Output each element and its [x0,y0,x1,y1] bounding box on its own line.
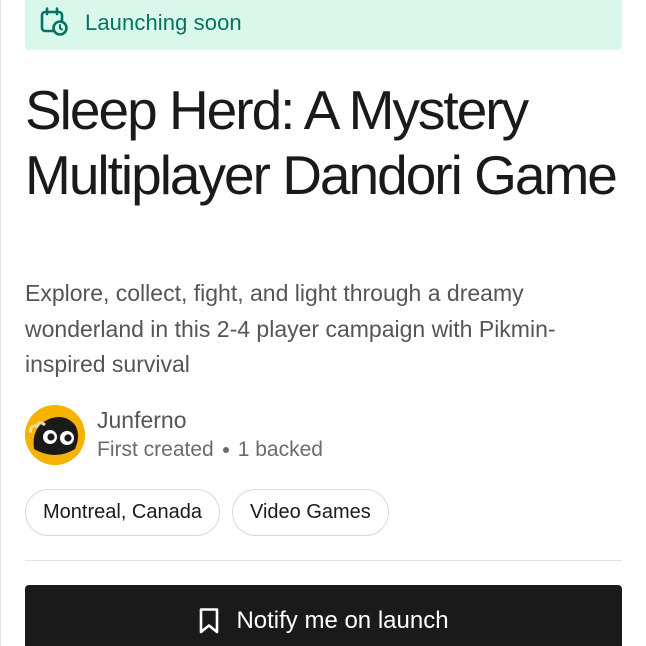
creator-backed-count: 1 backed [237,438,323,461]
project-tags: Montreal, Canada Video Games [25,489,389,536]
launch-banner: Launching soon [25,0,622,50]
page-left-border [0,0,4,646]
tag-location[interactable]: Montreal, Canada [25,489,220,536]
sheep-mascot-icon [25,405,85,465]
notify-button-label: Notify me on launch [236,607,449,634]
tag-category[interactable]: Video Games [231,489,389,536]
calendar-clock-icon [40,7,68,36]
section-divider [25,560,622,561]
project-blurb: Explore, collect, fight, and light throu… [25,280,556,377]
separator-dot [222,447,229,453]
bookmark-icon [200,608,219,634]
creator-name[interactable]: Junferno [97,407,187,434]
project-title: Sleep Herd: A Mystery Multiplayer Dandor… [25,79,618,206]
creator-status: First created [97,438,214,461]
notify-me-button[interactable]: Notify me on launch [25,585,622,646]
creator-avatar[interactable] [25,405,85,465]
launch-status-text: Launching soon [85,10,242,35]
creator-stats: First created 1 backed [97,438,323,462]
